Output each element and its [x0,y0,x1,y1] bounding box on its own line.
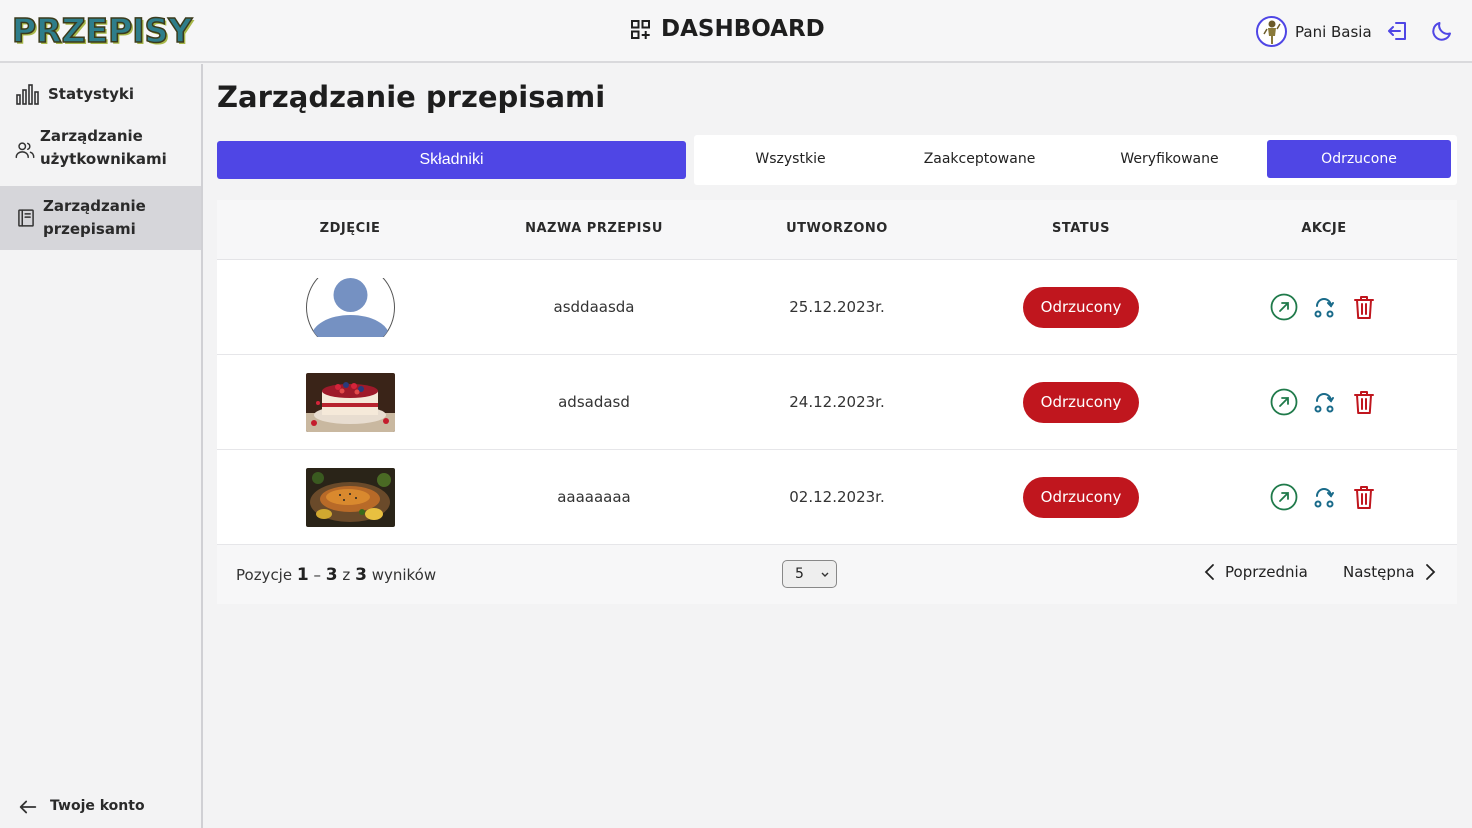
status-cell: Odrzucony [959,260,1203,354]
open-external-icon[interactable] [1270,483,1298,511]
status-badge: Odrzucony [1023,381,1139,423]
user-profile[interactable]: Pani Basia [1256,16,1372,47]
recipe-created-date: 02.12.2023r. [789,488,885,506]
bar-chart-icon [15,82,39,110]
sidebar-item-label: Zarządzanie użytkownikami [40,127,167,168]
actions-cell [1202,355,1446,449]
delete-trash-icon[interactable] [1350,293,1378,321]
table-row: adsadasd 24.12.2023r. Odrzucony [217,355,1457,450]
app-logo[interactable]: PRZEPISY [11,10,193,51]
recipe-name: adsadasd [558,393,630,411]
actions-cell [1202,450,1446,544]
dashboard-grid-icon [631,19,650,39]
logout-icon[interactable] [1386,19,1410,47]
page-title: Zarządzanie przepisami [217,80,606,114]
column-header-created: UTWORZONO [786,221,888,236]
table-row: asddaasda 25.12.2023r. Odrzucony [217,260,1457,355]
recipes-table: ZDJĘCIE NAZWA PRZEPISU UTWORZONO STATUS … [217,200,1457,604]
book-icon [16,208,36,232]
change-status-icon[interactable] [1310,483,1338,511]
sidebar-item-label: Zarządzanie przepisami [43,197,146,238]
top-header: PRZEPISY DASHBOARD Pani Basia [0,0,1472,63]
status-badge: Odrzucony [1023,476,1139,518]
recipe-created-date: 25.12.2023r. [789,298,885,316]
user-name: Pani Basia [1295,22,1372,41]
sidebar: Statystyki Zarządzanie użytkownikami Zar… [0,64,203,828]
chicken-photo-image [305,467,395,527]
table-header: ZDJĘCIE NAZWA PRZEPISU UTWORZONO STATUS … [217,200,1457,260]
page-header-title: DASHBOARD [630,16,825,42]
recipe-name: aaaaaaaa [557,488,631,506]
account-label: Twoje konto [50,798,145,814]
recipe-created-date: 24.12.2023r. [789,393,885,411]
status-cell: Odrzucony [959,450,1203,544]
users-icon [14,139,36,165]
status-tabs: Wszystkie Zaakceptowane Weryfikowane Odr… [694,135,1457,185]
column-header-image: ZDJĘCIE [319,221,381,236]
status-badge: Odrzucony [1023,286,1139,328]
table-row: aaaaaaaa 02.12.2023r. Odrzucony [217,450,1457,545]
open-external-icon[interactable] [1270,388,1298,416]
delete-trash-icon[interactable] [1350,388,1378,416]
avatar[interactable] [1256,16,1287,47]
chevron-right-icon [1425,564,1435,580]
recipe-image-cell [228,355,472,449]
tab-weryfikowane[interactable]: Weryfikowane [1075,140,1264,178]
status-cell: Odrzucony [959,355,1203,449]
tab-wszystkie[interactable]: Wszystkie [696,140,885,178]
dashboard-label: DASHBOARD [661,16,825,42]
next-page-button[interactable]: Następna [1343,563,1437,581]
account-link[interactable]: Twoje konto [0,792,201,822]
previous-page-button[interactable]: Poprzednia [1203,563,1308,581]
recipe-image-cell [228,260,472,354]
page-size-select[interactable]: 5 [782,560,837,588]
table-footer: Pozycje 1 – 3 z 3 wyników 5 Poprzednia N… [217,545,1457,604]
arrow-left-icon [17,796,39,822]
tab-odrzucone[interactable]: Odrzucone [1267,140,1451,178]
chevron-down-icon [819,568,831,584]
cake-photo-image [305,372,395,432]
change-status-icon[interactable] [1310,293,1338,321]
sidebar-item-recipes[interactable]: Zarządzanie przepisami [0,186,201,250]
pagination-summary: Pozycje 1 – 3 z 3 wyników [236,565,437,585]
sidebar-item-label: Statystyki [48,85,135,103]
placeholder-avatar-image [305,277,395,337]
column-header-name: NAZWA PRZEPISU [525,221,663,236]
recipe-name: asddaasda [553,298,635,316]
chevron-left-icon [1204,564,1214,580]
column-header-actions: AKCJE [1301,221,1347,236]
sidebar-item-statystyki[interactable]: Statystyki [0,72,201,116]
recipe-image-cell [228,450,472,544]
open-external-icon[interactable] [1270,293,1298,321]
sidebar-item-users[interactable]: Zarządzanie użytkownikami [0,122,201,178]
user-avatar-icon [1262,20,1281,44]
delete-trash-icon[interactable] [1350,483,1378,511]
ingredients-button[interactable]: Składniki [217,141,686,179]
actions-cell [1202,260,1446,354]
dark-mode-moon-icon[interactable] [1430,19,1454,47]
column-header-status: STATUS [1051,221,1111,236]
tab-zaakceptowane[interactable]: Zaakceptowane [885,140,1074,178]
change-status-icon[interactable] [1310,388,1338,416]
